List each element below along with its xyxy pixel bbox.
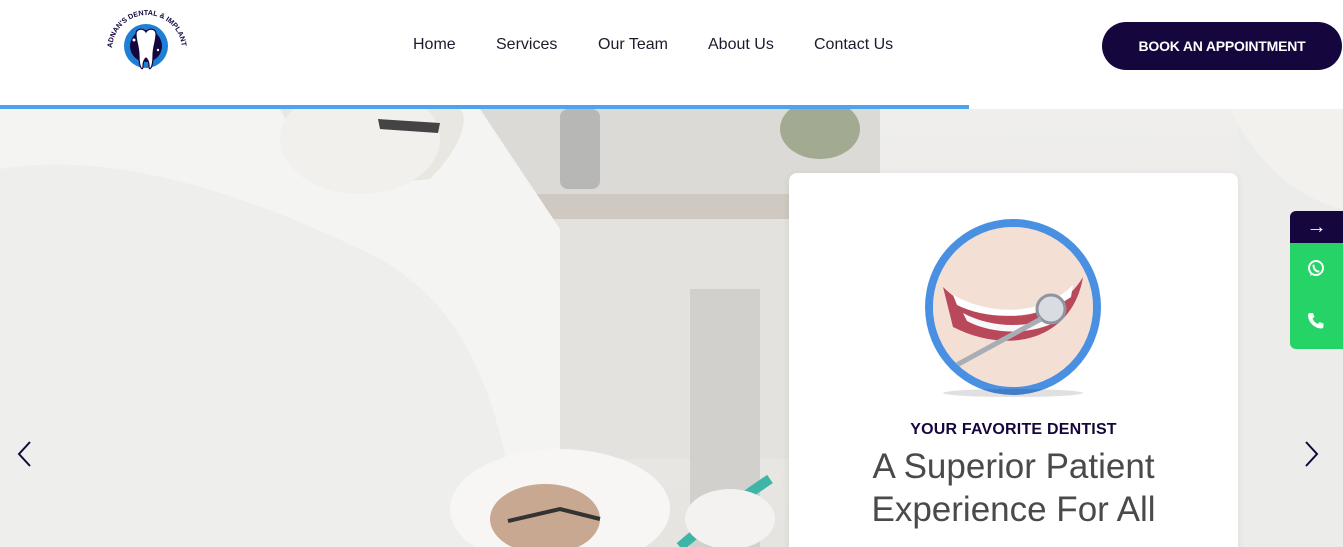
hero-slider: YOUR FAVORITE DENTIST A Superior Patient… (0, 109, 1343, 547)
hero-title-line1: A Superior Patient (872, 447, 1155, 486)
hero-title: A Superior Patient Experience For All (789, 445, 1238, 531)
phone-button[interactable] (1304, 309, 1328, 333)
floating-contact-widget: → (1290, 211, 1343, 349)
clinic-logo[interactable]: ADNAN'S DENTAL & IMPLANT CLINIC (101, 0, 190, 84)
chevron-right-icon (1305, 441, 1319, 467)
hero-subtitle: YOUR FAVORITE DENTIST (910, 421, 1117, 438)
site-header: ADNAN'S DENTAL & IMPLANT CLINIC Home Ser… (0, 0, 1343, 106)
phone-icon (1308, 313, 1324, 329)
slider-next-button[interactable] (1300, 439, 1324, 469)
widget-contact-panel (1290, 243, 1343, 349)
widget-toggle-button[interactable]: → (1290, 211, 1343, 243)
hero-title-line2: Experience For All (871, 490, 1156, 529)
book-appointment-button[interactable]: BOOK AN APPOINTMENT (1102, 22, 1342, 70)
nav-about-us[interactable]: About Us (708, 36, 774, 54)
hero-content-card: YOUR FAVORITE DENTIST A Superior Patient… (789, 173, 1238, 547)
whatsapp-icon (1308, 260, 1324, 276)
chevron-left-icon (17, 441, 31, 467)
tooth-logo-icon: ADNAN'S DENTAL & IMPLANT CLINIC (101, 0, 189, 70)
whatsapp-button[interactable] (1304, 257, 1328, 281)
nav-our-team[interactable]: Our Team (598, 36, 668, 54)
nav-contact-us[interactable]: Contact Us (814, 36, 893, 54)
nav-services[interactable]: Services (496, 36, 557, 54)
nav-home[interactable]: Home (413, 36, 456, 54)
smile-image (925, 219, 1101, 397)
slider-prev-button[interactable] (14, 439, 38, 469)
